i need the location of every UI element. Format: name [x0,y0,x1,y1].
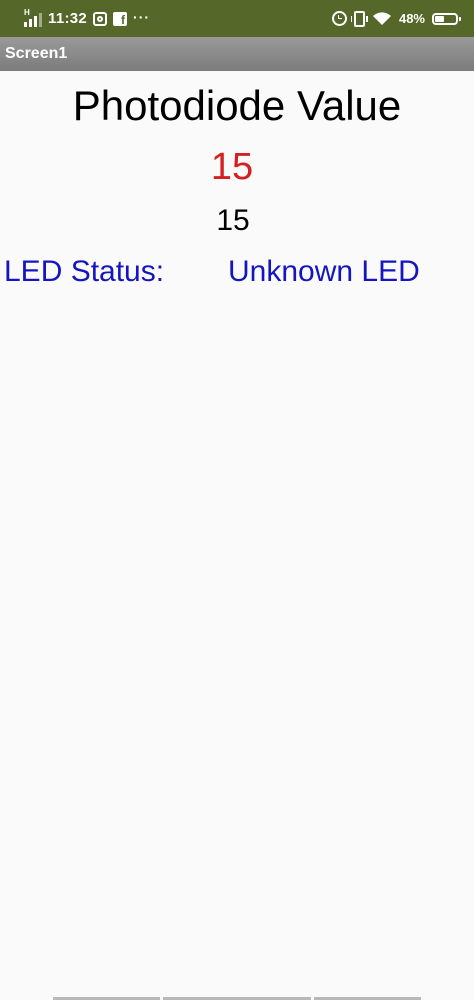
status-bar: H 11:32 f ··· 48% [0,0,474,37]
vibrate-icon [350,10,368,27]
battery-level-fill [435,15,444,22]
navigation-bar-hint [0,996,474,1000]
facebook-icon: f [113,11,128,26]
more-notifications-icon: ··· [133,8,151,25]
photodiode-value-primary: 15 [210,146,254,188]
led-status-label: LED Status: [4,255,165,288]
signal-icon: H [24,7,42,27]
battery-icon [432,12,461,25]
app-title-bar: Screen1 [0,37,474,71]
screen-title: Screen1 [5,45,68,62]
instagram-icon [93,11,108,26]
status-time: 11:32 [48,10,88,27]
page-title: Photodiode Value [72,82,402,129]
led-status-value: Unknown LED [228,255,420,288]
wifi-icon [372,11,392,26]
network-type-label: H [24,7,30,17]
led-status-row: LED Status: Unknown LED [4,250,470,294]
photodiode-value-secondary: 15 [216,204,250,237]
status-bar-right: 48% [331,0,461,37]
battery-percent: 48% [398,11,425,26]
status-bar-left: H 11:32 f ··· [24,0,150,37]
alarm-icon [331,11,347,26]
